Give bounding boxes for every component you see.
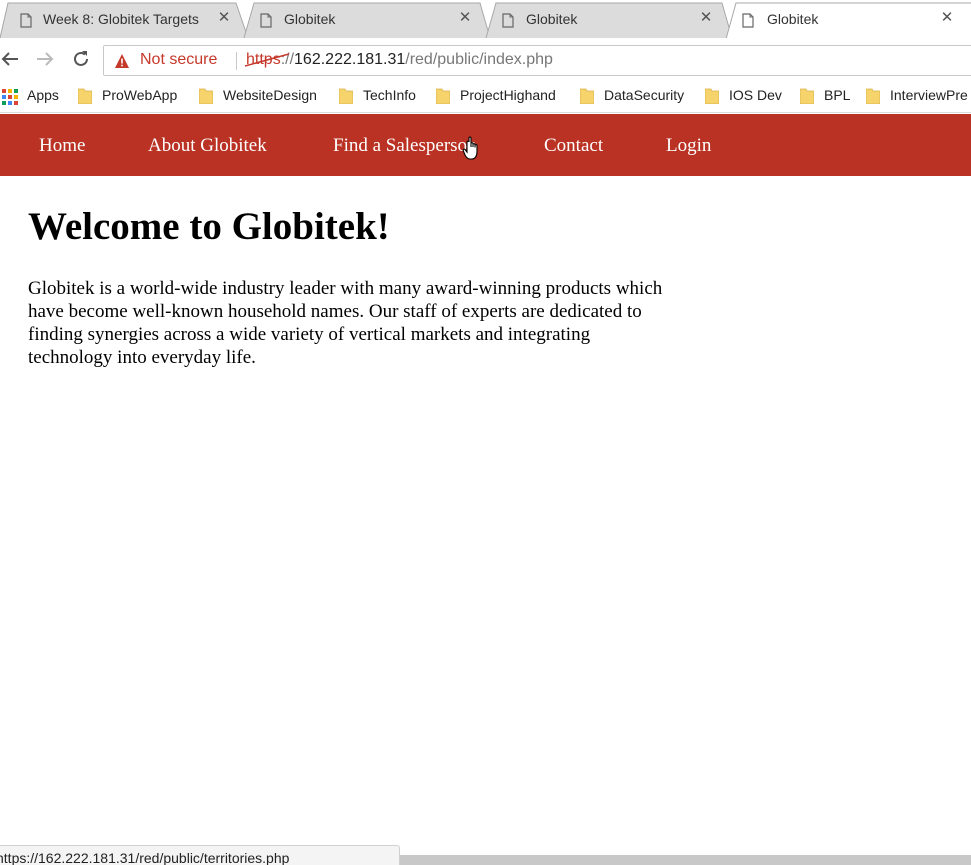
page-icon <box>20 13 32 28</box>
folder-icon <box>580 88 594 104</box>
folder-icon <box>78 88 92 104</box>
tab-shape <box>243 2 491 39</box>
bookmark-label: IOS Dev <box>729 87 782 103</box>
page-icon <box>260 13 272 28</box>
close-icon[interactable]: ✕ <box>698 10 714 26</box>
nav-contact[interactable]: Contact <box>544 135 603 157</box>
url-text[interactable]: https://162.222.181.31/red/public/index.… <box>245 51 553 69</box>
tab-shape <box>485 2 733 39</box>
url-path: /red/public/index.php <box>405 51 553 68</box>
hand-cursor-icon <box>462 136 478 160</box>
status-url: https://162.222.181.31/red/public/territ… <box>0 850 290 865</box>
horizontal-scrollbar[interactable] <box>400 855 971 865</box>
tab-globitek-2[interactable]: Globitek ✕ <box>243 2 492 39</box>
tab-globitek-active[interactable]: Globitek ✕ <box>725 2 971 40</box>
folder-icon <box>199 88 213 104</box>
bookmarks-bar: Apps ProWebApp WebsiteDesign TechInfo Pr… <box>0 82 971 113</box>
apps-grid-icon <box>2 89 18 105</box>
back-arrow-icon[interactable] <box>0 48 22 70</box>
bookmark-label: WebsiteDesign <box>223 87 317 103</box>
folder-icon <box>705 88 719 104</box>
folder-icon <box>866 88 880 104</box>
bookmark-label: ProWebApp <box>102 87 178 103</box>
tab-globitek-3[interactable]: Globitek ✕ <box>485 2 734 39</box>
tab-week8[interactable]: Week 8: Globitek Targets ✕ <box>0 2 250 39</box>
status-bubble: https://162.222.181.31/red/public/territ… <box>0 845 400 865</box>
intro-paragraph: Globitek is a world-wide industry leader… <box>28 278 663 368</box>
url-scheme: https <box>245 51 289 68</box>
tab-title: Globitek <box>526 11 578 27</box>
tab-title: Globitek <box>767 11 819 27</box>
bookmark-label: DataSecurity <box>604 87 685 103</box>
folder-icon <box>436 88 450 104</box>
close-icon[interactable]: ✕ <box>216 10 232 26</box>
site-navigation: Home About Globitek Find a Salesperson C… <box>0 114 971 176</box>
folder-icon <box>339 88 353 104</box>
nav-about-globitek[interactable]: About Globitek <box>148 135 267 157</box>
address-bar[interactable]: Not secure https://162.222.181.31/red/pu… <box>103 45 971 76</box>
close-icon[interactable]: ✕ <box>939 10 955 26</box>
page-icon <box>502 13 514 28</box>
close-icon[interactable]: ✕ <box>457 10 473 26</box>
tab-shape <box>725 2 971 40</box>
folder-icon <box>800 88 814 104</box>
url-host: 162.222.181.31 <box>294 51 406 68</box>
not-secure-label[interactable]: Not secure <box>140 51 217 69</box>
tab-strip: Week 8: Globitek Targets ✕ Globitek ✕ Gl… <box>0 0 971 40</box>
bookmark-label: Apps <box>27 87 59 103</box>
page-icon <box>742 13 754 28</box>
warning-icon <box>115 54 129 68</box>
tab-title: Week 8: Globitek Targets <box>43 11 199 27</box>
address-divider <box>236 52 237 70</box>
browser-toolbar: Not secure https://162.222.181.31/red/pu… <box>0 38 971 82</box>
nav-login[interactable]: Login <box>666 135 711 157</box>
tab-title: Globitek <box>284 11 336 27</box>
bookmark-label: ProjectHighand <box>460 87 556 103</box>
reload-icon[interactable] <box>70 48 92 70</box>
nav-find-a-salesperson[interactable]: Find a Salesperson <box>333 135 477 157</box>
bookmark-label: InterviewPre <box>890 87 968 103</box>
bookmark-label: BPL <box>824 87 851 103</box>
forward-arrow-icon[interactable] <box>34 48 56 70</box>
bookmark-label: TechInfo <box>363 87 416 103</box>
strikethrough-icon <box>245 53 289 67</box>
nav-home[interactable]: Home <box>39 135 85 157</box>
page-title: Welcome to Globitek! <box>28 205 390 248</box>
